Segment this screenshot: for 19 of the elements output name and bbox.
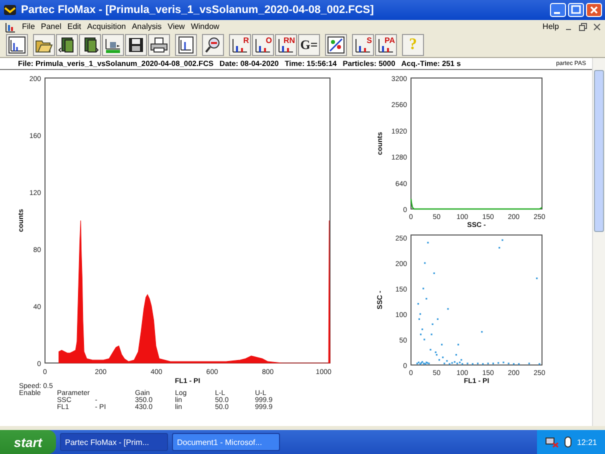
taskbar-button[interactable]: Partec FloMax - [Prim... — [60, 433, 168, 451]
menu-item[interactable]: File — [22, 22, 35, 31]
window-title: Partec FloMax - [Primula_veris_1_vsSolanum_2020-04-08_002.FCS] — [21, 4, 374, 16]
help-menu[interactable]: Help — [542, 22, 559, 31]
taskbar-button[interactable]: Document1 - Microsof... — [172, 433, 280, 451]
start-button[interactable]: start — [0, 430, 56, 454]
toolbar-button[interactable]: PA — [375, 34, 397, 56]
menu-item[interactable]: View — [168, 22, 185, 31]
menu-item[interactable]: Window — [190, 22, 220, 31]
toolbar-button[interactable]: RN — [275, 34, 297, 56]
toolbar-button[interactable]: R — [229, 34, 251, 56]
menu-item[interactable]: Analysis — [132, 22, 162, 31]
toolbar-button[interactable]: O — [252, 34, 274, 56]
clock: 12:21 — [576, 438, 597, 446]
toolbar-button[interactable]: S — [352, 34, 374, 56]
toolbar-button[interactable]: G= — [298, 34, 320, 56]
menu-item[interactable]: Edit — [67, 22, 82, 31]
menu-item[interactable]: Panel — [40, 22, 62, 31]
menu-item[interactable]: Acquisition — [87, 22, 126, 31]
